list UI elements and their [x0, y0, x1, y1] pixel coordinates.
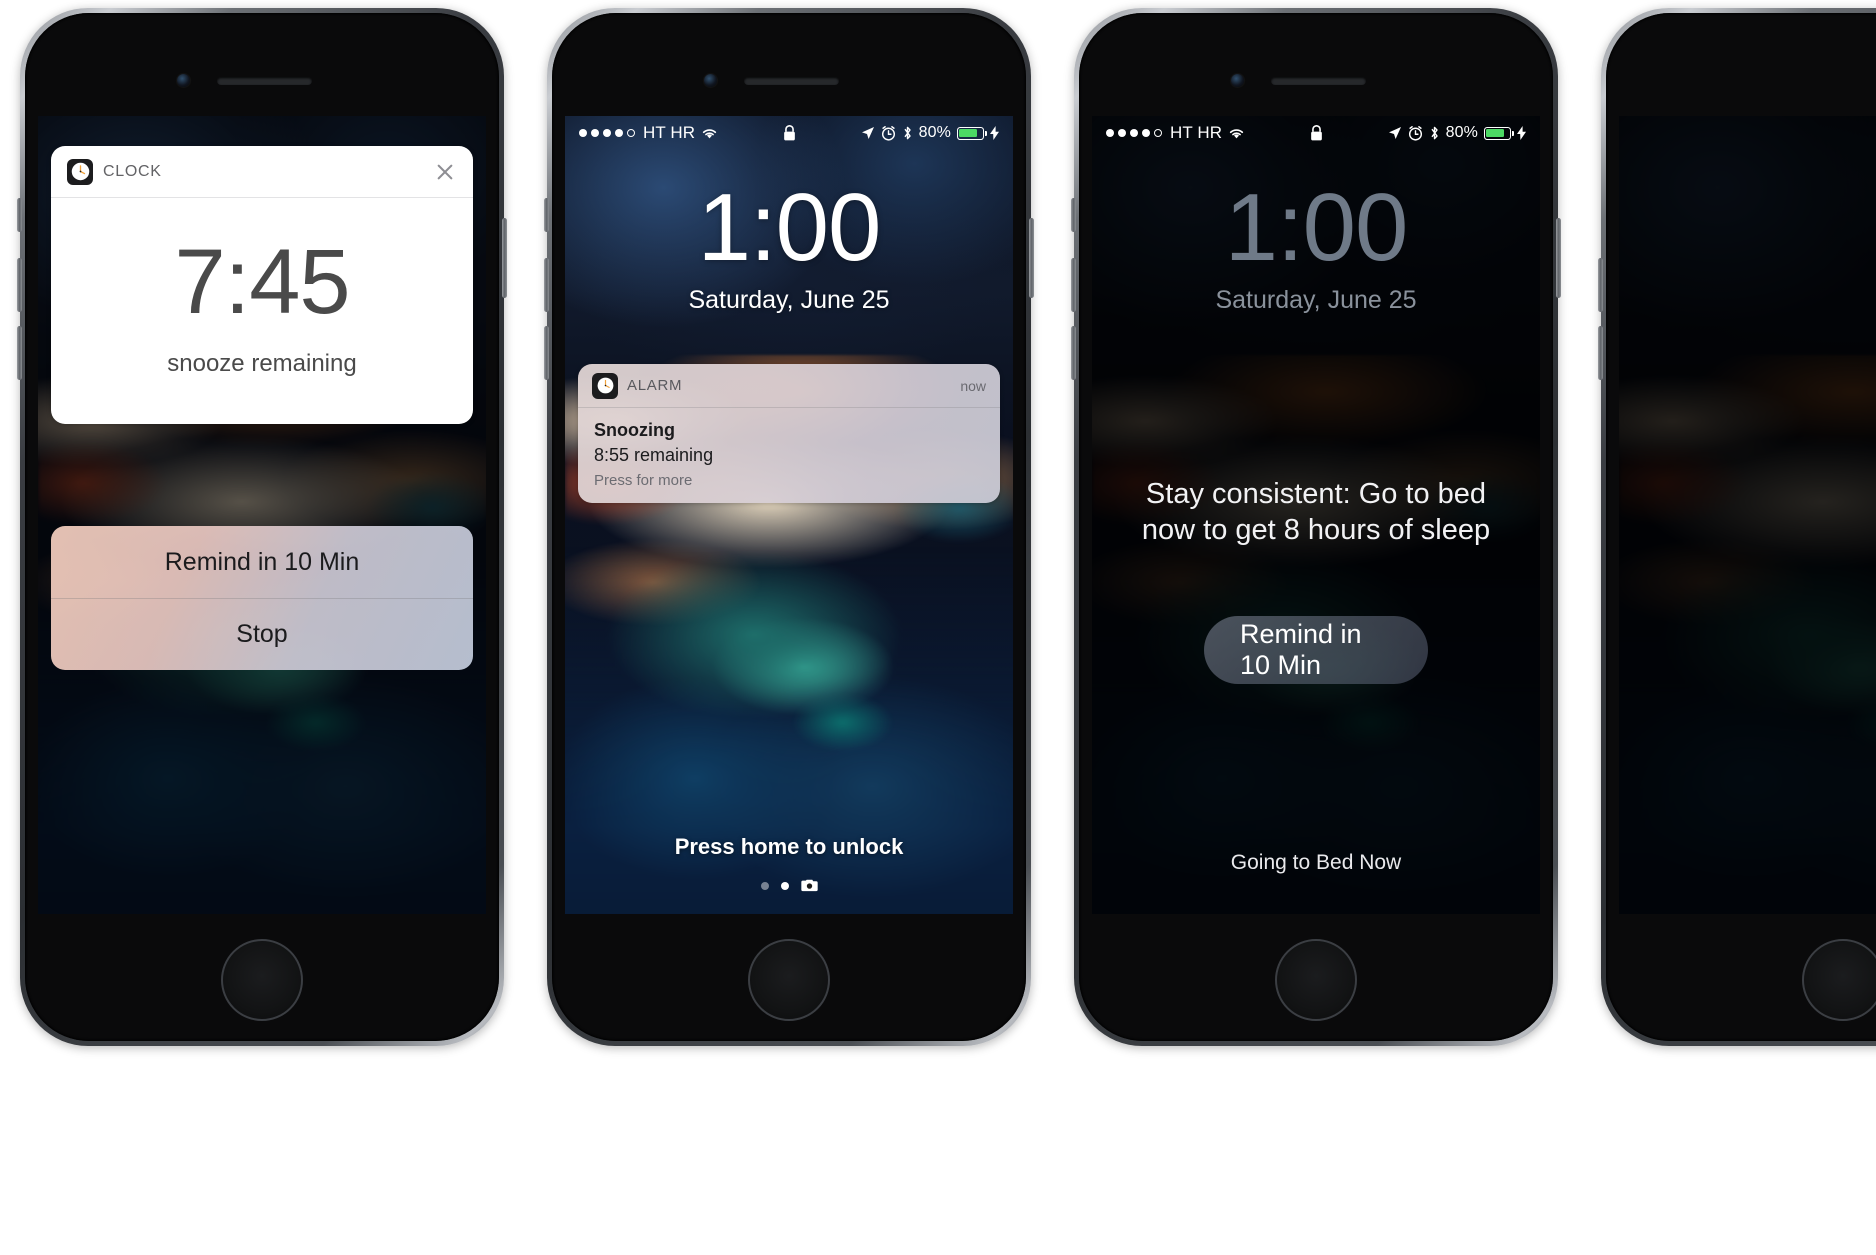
remind-in-10-min-button[interactable]: Remind in 10 Min: [51, 526, 473, 598]
bluetooth-icon: [902, 125, 913, 141]
volume-up-button[interactable]: [1598, 258, 1603, 312]
snooze-time: 7:45: [174, 231, 350, 333]
stop-button[interactable]: Stop: [51, 598, 473, 670]
notification-actions: Remind in 10 Min Stop: [51, 526, 473, 670]
front-camera-icon: [177, 74, 190, 87]
lock-time: 1:00: [1224, 174, 1409, 281]
clock-notification-card[interactable]: CLOCK 7:45 snooze remaining: [51, 146, 473, 424]
earpiece-speaker: [744, 77, 839, 85]
notification-app-name: ALARM: [627, 377, 683, 394]
remind-in-10-min-button[interactable]: Remind in 10 Min: [1204, 616, 1428, 684]
lightning-bolt-icon: [990, 126, 999, 140]
snooze-subtitle: snooze remaining: [167, 350, 357, 377]
bluetooth-icon: [1429, 125, 1440, 141]
unlock-hint: Press home to unlock: [674, 834, 904, 859]
phone2-screen: HT HR 80% 1:00 Saturday, June 25 ALARM n…: [565, 116, 1013, 914]
earpiece-speaker: [1271, 77, 1366, 85]
sensor-row: [552, 65, 1026, 91]
iphone-device-4-partial: [1598, 8, 1876, 1046]
card-header: CLOCK: [51, 146, 473, 198]
lock-date: Saturday, June 25: [688, 286, 890, 314]
volume-down-button[interactable]: [544, 326, 549, 380]
iphone-device-3: HT HR 80% 1:00 Saturday, June 25 Stay co…: [1071, 8, 1561, 1046]
page-dot-2[interactable]: [780, 881, 789, 890]
wallpaper: [1619, 116, 1876, 914]
notification-timestamp: now: [960, 377, 986, 394]
location-arrow-icon: [1388, 126, 1402, 140]
bedtime-message: Stay consistent: Go to bed now to get 8 …: [1141, 478, 1491, 547]
battery-icon: [1484, 126, 1514, 140]
phone3-screen: HT HR 80% 1:00 Saturday, June 25 Stay co…: [1092, 116, 1540, 914]
lock-icon: [782, 124, 797, 142]
camera-icon[interactable]: [800, 879, 818, 892]
notification-header: ALARM now: [578, 364, 1000, 408]
status-bar: HT HR 80%: [565, 116, 1013, 150]
home-button[interactable]: [221, 939, 303, 1021]
wifi-icon: [1227, 126, 1246, 140]
wifi-icon: [700, 126, 719, 140]
lightning-bolt-icon: [1517, 126, 1526, 140]
location-arrow-icon: [861, 126, 875, 140]
volume-down-button[interactable]: [17, 326, 22, 380]
power-button[interactable]: [1029, 218, 1034, 298]
notification-body: Snoozing 8:55 remaining Press for more: [578, 408, 1000, 503]
lock-time: 1:00: [697, 174, 882, 281]
close-icon[interactable]: [433, 160, 457, 184]
alarm-clock-icon: [1408, 125, 1423, 141]
volume-up-button[interactable]: [544, 258, 549, 312]
page-indicator: [565, 879, 1013, 892]
volume-up-button[interactable]: [1071, 258, 1076, 312]
volume-down-button[interactable]: [1071, 326, 1076, 380]
ring-switch[interactable]: [17, 198, 22, 232]
going-to-bed-now-button[interactable]: Going to Bed Now: [1092, 851, 1540, 875]
iphone-device-1: CLOCK 7:45 snooze remaining Remind in 10…: [17, 8, 507, 1046]
carrier-label: HT HR: [643, 123, 696, 142]
alarm-clock-icon: [881, 125, 896, 141]
battery-icon: [957, 126, 987, 140]
card-app-name: CLOCK: [103, 162, 162, 180]
status-bar: HT HR 80%: [1092, 116, 1540, 150]
clock-app-icon: [67, 158, 93, 185]
notification-detail: 8:55 remaining: [594, 445, 714, 465]
phone4-screen: [1619, 116, 1876, 914]
alarm-notification-banner[interactable]: ALARM now Snoozing 8:55 remaining Press …: [578, 364, 1000, 503]
ring-switch[interactable]: [1071, 198, 1076, 232]
lock-screen-clock: 1:00 Saturday, June 25: [565, 180, 1013, 315]
signal-strength-icon: [1106, 129, 1162, 137]
signal-strength-icon: [579, 129, 635, 137]
screenshot-canvas: CLOCK 7:45 snooze remaining Remind in 10…: [0, 0, 1876, 1255]
card-body: 7:45 snooze remaining: [51, 198, 473, 424]
front-camera-icon: [704, 74, 717, 87]
home-button[interactable]: [1275, 939, 1357, 1021]
lock-date: Saturday, June 25: [1215, 286, 1417, 314]
earpiece-speaker: [217, 77, 312, 85]
ring-switch[interactable]: [544, 198, 549, 232]
sensor-row: [25, 65, 499, 91]
battery-percent-label: 80%: [918, 124, 951, 141]
volume-down-button[interactable]: [1598, 326, 1603, 380]
notification-hint: Press for more: [594, 472, 693, 489]
lock-icon: [1309, 124, 1324, 142]
power-button[interactable]: [1556, 218, 1561, 298]
iphone-device-2: HT HR 80% 1:00 Saturday, June 25 ALARM n…: [544, 8, 1034, 1046]
carrier-label: HT HR: [1170, 123, 1223, 142]
page-dot-1[interactable]: [760, 881, 769, 890]
notification-title: Snoozing: [594, 420, 675, 440]
power-button[interactable]: [502, 218, 507, 298]
clock-app-icon: [592, 372, 618, 399]
battery-percent-label: 80%: [1445, 124, 1478, 141]
sensor-row: [1079, 65, 1553, 91]
lock-screen-clock: 1:00 Saturday, June 25: [1092, 180, 1540, 315]
phone1-screen: CLOCK 7:45 snooze remaining Remind in 10…: [38, 116, 486, 914]
home-button[interactable]: [748, 939, 830, 1021]
front-camera-icon: [1231, 74, 1244, 87]
volume-up-button[interactable]: [17, 258, 22, 312]
home-button[interactable]: [1802, 939, 1876, 1021]
